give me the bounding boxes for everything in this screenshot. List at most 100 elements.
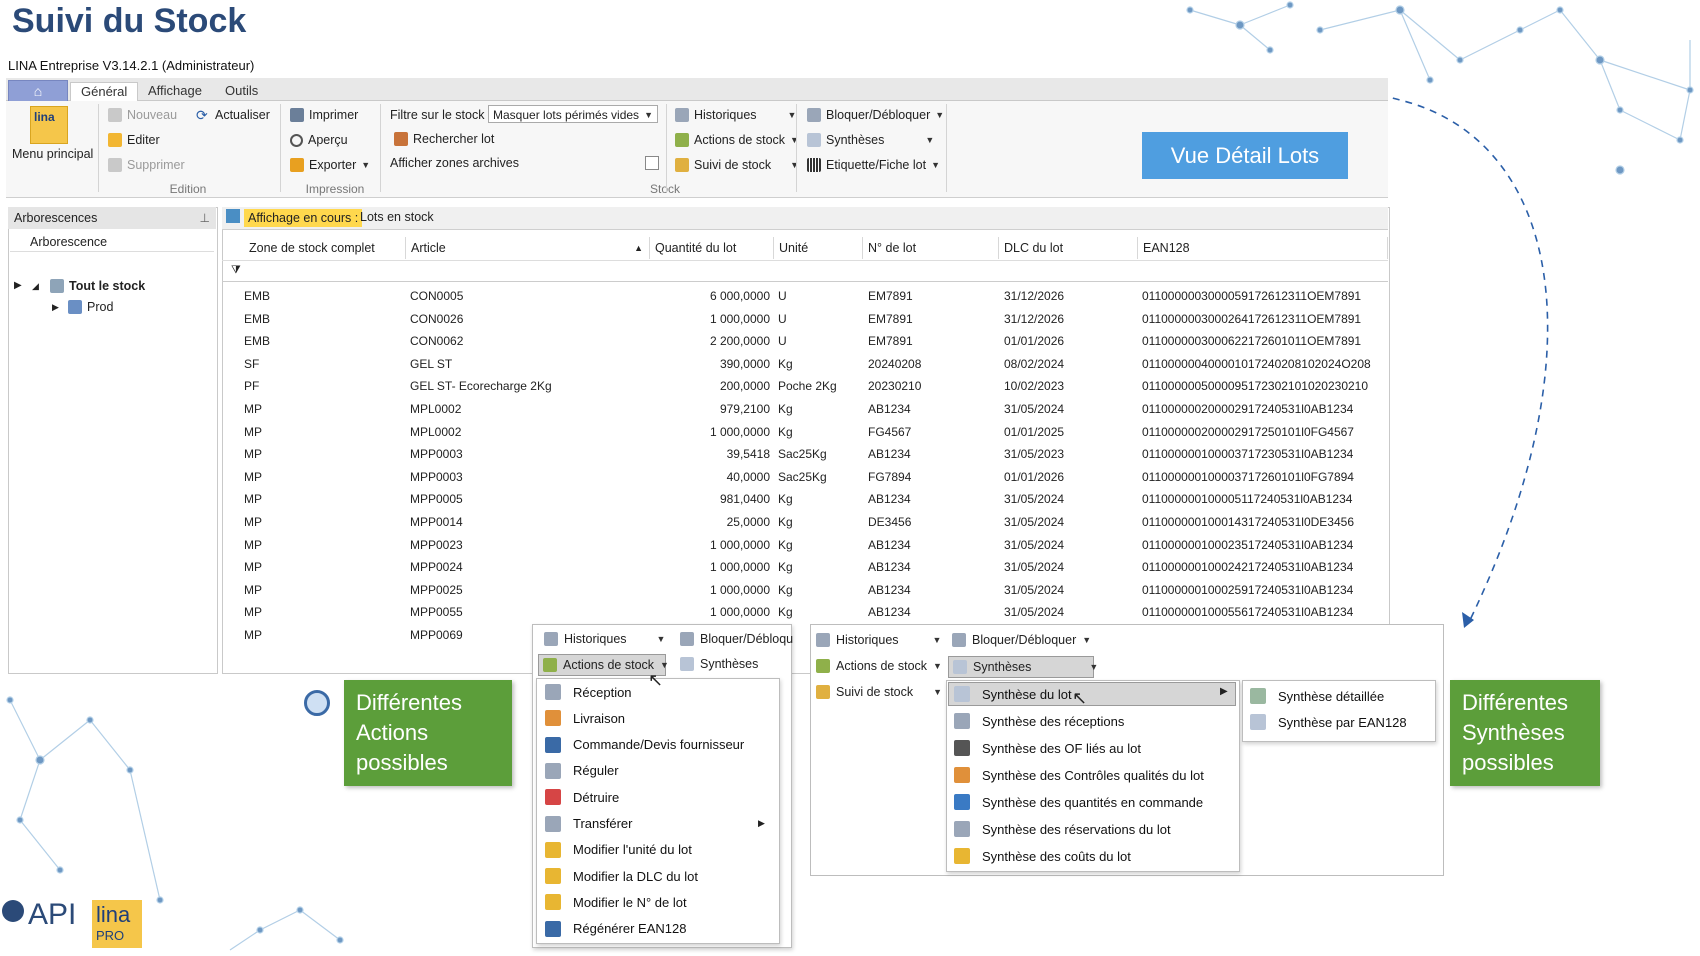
actions-menu-item[interactable]: Modifier la DLC du lot xyxy=(545,868,698,885)
actions-menu-item[interactable]: Commande/Devis fournisseur xyxy=(545,736,744,753)
table-row[interactable]: MP MPP0005 981,0400 Kg AB1234 31/05/2024 01100… xyxy=(222,488,1388,511)
actions-menu-item[interactable]: Transférer xyxy=(545,815,632,832)
expand-arrow-icon[interactable]: ▶ xyxy=(14,280,22,291)
table-row[interactable]: MP MPP0003 39,5418 Sac25Kg AB1234 31/05/2023 0… xyxy=(222,443,1388,466)
table-row[interactable]: EMB CON0062 2 200,0000 U EM7891 01/01/2026 011… xyxy=(222,330,1388,353)
cell-unite: Kg xyxy=(778,356,793,371)
tab-affichage[interactable]: Affichage xyxy=(138,82,212,100)
rechercher-lot-button[interactable]: Rechercher lot xyxy=(394,132,494,146)
popup2-actions-stock[interactable]: Actions de stock ▼ xyxy=(816,659,942,673)
actions-menu-item[interactable]: Modifier le N° de lot xyxy=(545,894,687,911)
popup1-actions-stock[interactable]: Actions de stock ▼ xyxy=(538,654,669,676)
cell-zone: MP xyxy=(244,447,262,462)
table-row[interactable]: SF GEL ST 390,0000 Kg 20240208 08/02/2024 0110… xyxy=(222,353,1388,376)
tree-root-item[interactable]: Tout le stock xyxy=(50,279,145,293)
popup2-suivi[interactable]: Suivi de stock ▼ xyxy=(816,685,942,699)
cell-quantite: 25,0000 xyxy=(726,515,770,529)
syntheses-menu-item[interactable]: Synthèse des Contrôles qualités du lot xyxy=(954,767,1204,783)
cell-quantite: 39,5418 xyxy=(726,447,770,462)
popup1-historiques[interactable]: Historiques ▼ xyxy=(544,632,665,646)
actions-menu-item[interactable]: Modifier l'unité du lot xyxy=(545,841,692,858)
actions-menu-item[interactable]: Réception xyxy=(545,684,632,700)
tree-child-item[interactable]: Prod xyxy=(68,300,113,314)
stock-filter-select[interactable]: Masquer lots périmés vides ▼ xyxy=(488,105,658,123)
cell-unite: Kg xyxy=(778,492,793,507)
supprimer-button[interactable]: Supprimer xyxy=(108,158,185,172)
table-row[interactable]: MP MPP0025 1 000,0000 Kg AB1234 31/05/2024 011… xyxy=(222,579,1388,602)
syntheses-menu-item[interactable]: Synthèse des quantités en commande xyxy=(954,794,1203,810)
home-tab[interactable]: ⌂ xyxy=(8,80,68,102)
popup2-syntheses[interactable]: Synthèses ▼ xyxy=(948,656,1098,678)
popup2-bloquer[interactable]: Bloquer/Débloquer ▼ xyxy=(952,633,1091,647)
lina-menu-icon[interactable]: lina xyxy=(30,106,68,144)
table-row[interactable]: EMB CON0005 6 000,0000 U EM7891 31/12/2026 011… xyxy=(222,285,1388,308)
submenu-item-detaillee[interactable]: Synthèse détaillée xyxy=(1250,688,1384,704)
syntheses-menu-item[interactable]: Synthèse des coûts du lot xyxy=(954,848,1131,864)
table-row[interactable]: MP MPL0002 1 000,0000 Kg FG4567 01/01/2025 011… xyxy=(222,421,1388,444)
column-header-zone[interactable]: Zone de stock complet xyxy=(244,237,406,259)
imprimer-button[interactable]: Imprimer xyxy=(290,108,358,122)
syntheses-menu-item[interactable]: Synthèse des OF liés au lot xyxy=(954,740,1141,756)
expand-arrow-icon[interactable]: ▶ xyxy=(52,302,59,313)
print-icon xyxy=(290,108,304,122)
menu-principal-button[interactable]: Menu principal xyxy=(12,147,93,161)
table-row[interactable]: PF GEL ST- Ecorecharge 2Kg 200,0000 Poche 2… xyxy=(222,375,1388,398)
etiquette-button[interactable]: Etiquette/Fiche lot ▼ xyxy=(807,158,940,172)
syntheses-menu-item[interactable]: Synthèse du lot xyxy=(954,686,1072,702)
actions-menu-item[interactable]: Réguler xyxy=(545,762,619,779)
table-row[interactable]: MP MPP0023 1 000,0000 Kg AB1234 31/05/2024 011… xyxy=(222,534,1388,557)
filter-row[interactable]: ⧩ xyxy=(222,260,1388,282)
submenu-item-ean[interactable]: Synthèse par EAN128 xyxy=(1250,714,1407,730)
cell-article: MPP0024 xyxy=(410,560,463,575)
actions-menu-item[interactable]: Détruire xyxy=(545,789,619,806)
cell-lot: AB1234 xyxy=(868,447,911,462)
column-header-lot[interactable]: N° de lot xyxy=(863,237,999,259)
cell-lot: 20240208 xyxy=(868,356,922,371)
stock-tracking-icon xyxy=(675,158,689,172)
column-header-article[interactable]: Article ▲ xyxy=(406,237,650,259)
column-header-unite[interactable]: Unité xyxy=(774,237,863,259)
pin-icon[interactable]: ⊥ xyxy=(200,207,210,229)
ribbon-separator xyxy=(280,104,281,192)
actualiser-button[interactable]: ⟳ Actualiser xyxy=(196,108,270,122)
table-row[interactable]: MP MPP0024 1 000,0000 Kg AB1234 31/05/2024 011… xyxy=(222,556,1388,579)
historiques-button[interactable]: Historiques ▼ xyxy=(675,108,796,122)
actions-menu-label: Livraison xyxy=(573,710,626,726)
cell-zone: MP xyxy=(244,402,262,416)
actions-menu-label: Régénérer EAN128 xyxy=(573,921,687,937)
syntheses-button[interactable]: Synthèses ▼ xyxy=(807,133,934,147)
archives-checkbox[interactable] xyxy=(645,156,659,170)
cell-quantite: 390,0000 xyxy=(719,356,770,371)
cell-zone: MP xyxy=(244,515,262,529)
nouveau-button[interactable]: Nouveau xyxy=(108,108,177,122)
etiquette-label: Etiquette/Fiche lot xyxy=(826,158,927,172)
column-header-ean[interactable]: EAN128 xyxy=(1138,237,1388,259)
collapse-icon[interactable]: ◢ xyxy=(32,281,39,292)
actions-menu-item[interactable]: Régénérer EAN128 xyxy=(545,920,687,937)
actions-stock-button[interactable]: Actions de stock ▼ xyxy=(675,133,799,147)
history-icon xyxy=(544,632,558,646)
suivi-stock-button[interactable]: Suivi de stock ▼ xyxy=(675,158,799,172)
cell-dlc: 01/01/2026 xyxy=(1004,334,1065,349)
syntheses-menu-item[interactable]: Synthèse des réceptions xyxy=(954,713,1124,729)
table-row[interactable]: MP MPP0055 1 000,0000 Kg AB1234 31/05/2024 011… xyxy=(222,601,1388,624)
column-header-dlc[interactable]: DLC du lot xyxy=(999,237,1138,259)
popup1-syntheses[interactable]: Synthèses xyxy=(680,657,758,671)
popup1-bloquer[interactable]: Bloquer/Débloqu xyxy=(680,632,793,646)
column-header-quantite[interactable]: Quantité du lot xyxy=(650,237,774,259)
apercu-button[interactable]: Aperçu xyxy=(290,133,348,147)
table-row[interactable]: EMB CON0026 1 000,0000 U EM7891 31/12/2026 011… xyxy=(222,308,1388,331)
table-row[interactable]: MP MPP0003 40,0000 Sac25Kg FG7894 01/01/2026 0… xyxy=(222,466,1388,489)
editer-button[interactable]: Editer xyxy=(108,133,160,147)
actions-menu-item[interactable]: Livraison xyxy=(545,710,626,727)
tab-general[interactable]: Général xyxy=(70,82,139,103)
table-row[interactable]: MP MPL0002 979,2100 Kg AB1234 31/05/2024 01100… xyxy=(222,398,1388,421)
syntheses-menu-item[interactable]: Synthèse des réservations du lot xyxy=(954,821,1171,837)
table-row[interactable]: MP MPP0014 25,0000 Kg DE3456 31/05/2024 011000… xyxy=(222,511,1388,534)
popup2-historiques-label: Historiques xyxy=(836,633,899,647)
cell-lot: EM7891 xyxy=(868,289,913,303)
exporter-button[interactable]: Exporter ▼ xyxy=(290,158,370,172)
bloquer-button[interactable]: Bloquer/Débloquer ▼ xyxy=(807,108,944,122)
tab-outils[interactable]: Outils xyxy=(215,82,268,100)
popup2-historiques[interactable]: Historiques ▼ xyxy=(816,633,941,647)
